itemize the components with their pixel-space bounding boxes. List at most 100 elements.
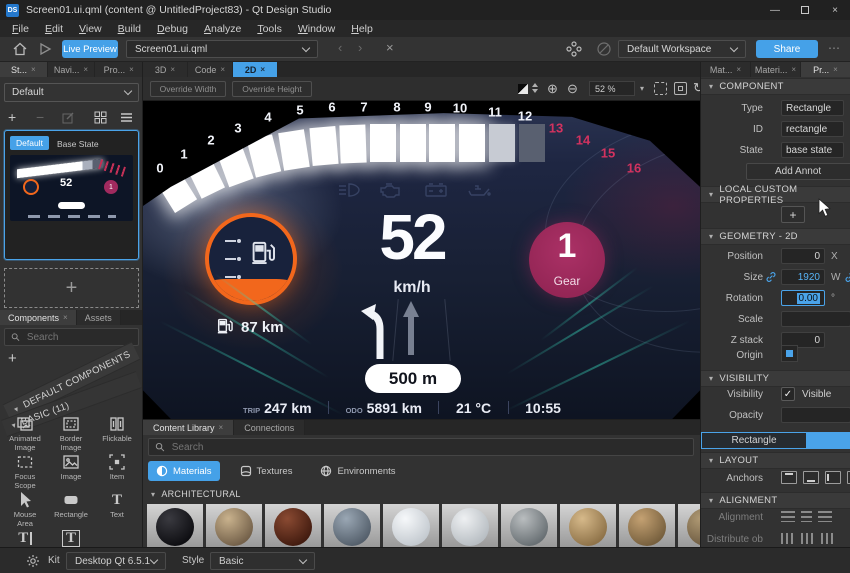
add-state-icon[interactable]: + bbox=[8, 108, 16, 126]
link-icon[interactable] bbox=[844, 271, 850, 286]
canvas-color-swatch[interactable] bbox=[518, 84, 528, 94]
menu-item-edit[interactable]: Edit bbox=[37, 23, 71, 35]
position-x-field[interactable]: 0 bbox=[781, 248, 825, 264]
component-item-focus-scope[interactable]: Focus Scope bbox=[6, 452, 44, 488]
material-thumbnail-5[interactable] bbox=[383, 504, 439, 547]
grid-view-icon[interactable] bbox=[94, 110, 107, 128]
tab-material-browser[interactable]: Mat...× bbox=[701, 62, 751, 77]
workspace-widgets-icon[interactable] bbox=[566, 41, 582, 60]
mode-layout[interactable]: L bbox=[807, 432, 850, 449]
menu-item-help[interactable]: Help bbox=[343, 23, 381, 35]
component-item-flickable[interactable]: Flickable bbox=[98, 414, 136, 450]
override-height-field[interactable]: Override Height bbox=[232, 81, 312, 97]
anchor-bottom-icon[interactable] bbox=[803, 471, 819, 484]
menu-item-tools[interactable]: Tools bbox=[249, 23, 290, 35]
anchor-top-icon[interactable] bbox=[781, 471, 797, 484]
material-thumbnail-7[interactable] bbox=[501, 504, 557, 547]
state-name-badge[interactable]: Default bbox=[10, 136, 49, 150]
live-preview-button[interactable]: Live Preview bbox=[62, 40, 118, 58]
component-item-rectangle[interactable]: Rectangle bbox=[52, 490, 90, 526]
state-field[interactable]: base state bbox=[781, 142, 844, 158]
fit-selection-icon[interactable] bbox=[654, 82, 667, 95]
material-thumbnail-10[interactable] bbox=[678, 504, 700, 547]
filter-materials[interactable]: Materials bbox=[148, 461, 220, 481]
kit-selector[interactable]: Desktop Qt 6.5.1 bbox=[66, 552, 166, 570]
close-icon[interactable]: × bbox=[31, 65, 36, 74]
component-item-animated-image[interactable]: Animated Image bbox=[6, 414, 44, 450]
align-right-icon[interactable] bbox=[818, 511, 832, 522]
tab-3d[interactable]: 3D× bbox=[143, 62, 188, 77]
content-library-search-input[interactable] bbox=[170, 441, 687, 454]
section-layout[interactable]: ▾ LAYOUT bbox=[701, 452, 850, 469]
settings-gear-icon[interactable] bbox=[26, 554, 40, 571]
style-selector[interactable]: Basic bbox=[210, 552, 315, 570]
menu-item-build[interactable]: Build bbox=[110, 23, 149, 35]
menu-item-debug[interactable]: Debug bbox=[149, 23, 196, 35]
tab-components[interactable]: Components× bbox=[0, 310, 77, 325]
material-thumbnail-6[interactable] bbox=[442, 504, 498, 547]
content-library-search[interactable] bbox=[148, 438, 694, 456]
tab-connections[interactable]: Connections bbox=[234, 420, 305, 435]
forward-icon[interactable]: › bbox=[358, 40, 362, 55]
tab-states[interactable]: St...× bbox=[0, 62, 48, 77]
add-annotation-button[interactable]: Add Annot bbox=[746, 163, 850, 180]
align-left-icon[interactable] bbox=[781, 511, 795, 522]
swatch-stepper[interactable] bbox=[532, 83, 538, 93]
tab-projects[interactable]: Pro...× bbox=[95, 62, 143, 77]
minimize-button[interactable]: — bbox=[760, 0, 790, 20]
component-item-item[interactable]: Item bbox=[98, 452, 136, 488]
component-item-mouse-area[interactable]: Mouse Area bbox=[6, 490, 44, 526]
tab-material-editor[interactable]: Materi...× bbox=[751, 62, 801, 77]
add-state-dropzone[interactable]: + bbox=[4, 268, 139, 308]
zoom-in-icon[interactable]: ⊕ bbox=[547, 81, 558, 96]
material-thumbnail-2[interactable] bbox=[206, 504, 262, 547]
distribute-left-icon[interactable] bbox=[781, 533, 795, 544]
material-thumbnail-9[interactable] bbox=[619, 504, 675, 547]
share-button[interactable]: Share bbox=[756, 40, 818, 58]
close-icon[interactable]: × bbox=[736, 65, 741, 74]
tab-code[interactable]: Code× bbox=[188, 62, 233, 77]
distribute-center-icon[interactable] bbox=[801, 533, 815, 544]
component-item-text-input[interactable]: T Text Input bbox=[52, 528, 90, 547]
zoom-out-icon[interactable]: ⊖ bbox=[567, 81, 578, 96]
origin-button[interactable] bbox=[781, 345, 798, 362]
section-alignment[interactable]: ▾ ALIGNMENT bbox=[701, 492, 850, 509]
state-card-default[interactable]: Default Base State 52 1 bbox=[4, 130, 139, 260]
more-options-icon[interactable]: ⋯ bbox=[828, 41, 841, 55]
section-architectural[interactable]: ▾ ARCHITECTURAL bbox=[143, 486, 700, 502]
menu-item-file[interactable]: File bbox=[4, 23, 37, 35]
size-w-field[interactable]: 1920 bbox=[781, 269, 825, 285]
close-icon[interactable]: × bbox=[220, 65, 225, 74]
override-width-field[interactable]: Override Width bbox=[150, 81, 226, 97]
distribute-right-icon[interactable] bbox=[821, 533, 835, 544]
tab-2d[interactable]: 2D× bbox=[233, 62, 278, 77]
close-icon[interactable]: × bbox=[260, 65, 265, 74]
remove-state-icon[interactable]: − bbox=[36, 108, 44, 126]
components-search-input[interactable] bbox=[25, 331, 132, 344]
opacity-field[interactable] bbox=[781, 407, 850, 423]
menu-item-analyze[interactable]: Analyze bbox=[196, 23, 249, 35]
mode-rectangle[interactable]: Rectangle bbox=[701, 432, 807, 449]
type-field[interactable]: Rectangle bbox=[781, 100, 844, 116]
tab-content-library[interactable]: Content Library× bbox=[143, 420, 234, 435]
add-module-button[interactable]: + bbox=[8, 350, 17, 367]
component-item-text[interactable]: T Text bbox=[98, 490, 136, 526]
material-thumbnail-1[interactable] bbox=[147, 504, 203, 547]
list-view-icon[interactable] bbox=[120, 110, 133, 128]
link-icon[interactable] bbox=[765, 271, 777, 286]
section-local-custom-properties[interactable]: ▾ LOCAL CUSTOM PROPERTIES bbox=[701, 186, 850, 203]
close-icon[interactable]: × bbox=[791, 65, 796, 74]
design-canvas[interactable]: 52 km/h 1 Gear bbox=[143, 101, 700, 419]
close-icon[interactable]: × bbox=[83, 65, 88, 74]
section-geometry-2d[interactable]: ▾ GEOMETRY - 2D bbox=[701, 228, 850, 245]
section-component[interactable]: ▾ COMPONENT bbox=[701, 78, 850, 95]
close-icon[interactable]: × bbox=[219, 423, 224, 432]
section-visibility[interactable]: ▾ VISIBILITY bbox=[701, 370, 850, 387]
tab-properties[interactable]: Pr...× bbox=[801, 62, 850, 77]
close-icon[interactable]: × bbox=[63, 313, 68, 322]
edit-state-icon[interactable] bbox=[62, 110, 75, 128]
close-icon[interactable]: × bbox=[129, 65, 134, 74]
zoom-to-fit-icon[interactable] bbox=[674, 82, 687, 95]
material-thumbnail-8[interactable] bbox=[560, 504, 616, 547]
state-group-selector[interactable]: Default bbox=[4, 83, 139, 102]
